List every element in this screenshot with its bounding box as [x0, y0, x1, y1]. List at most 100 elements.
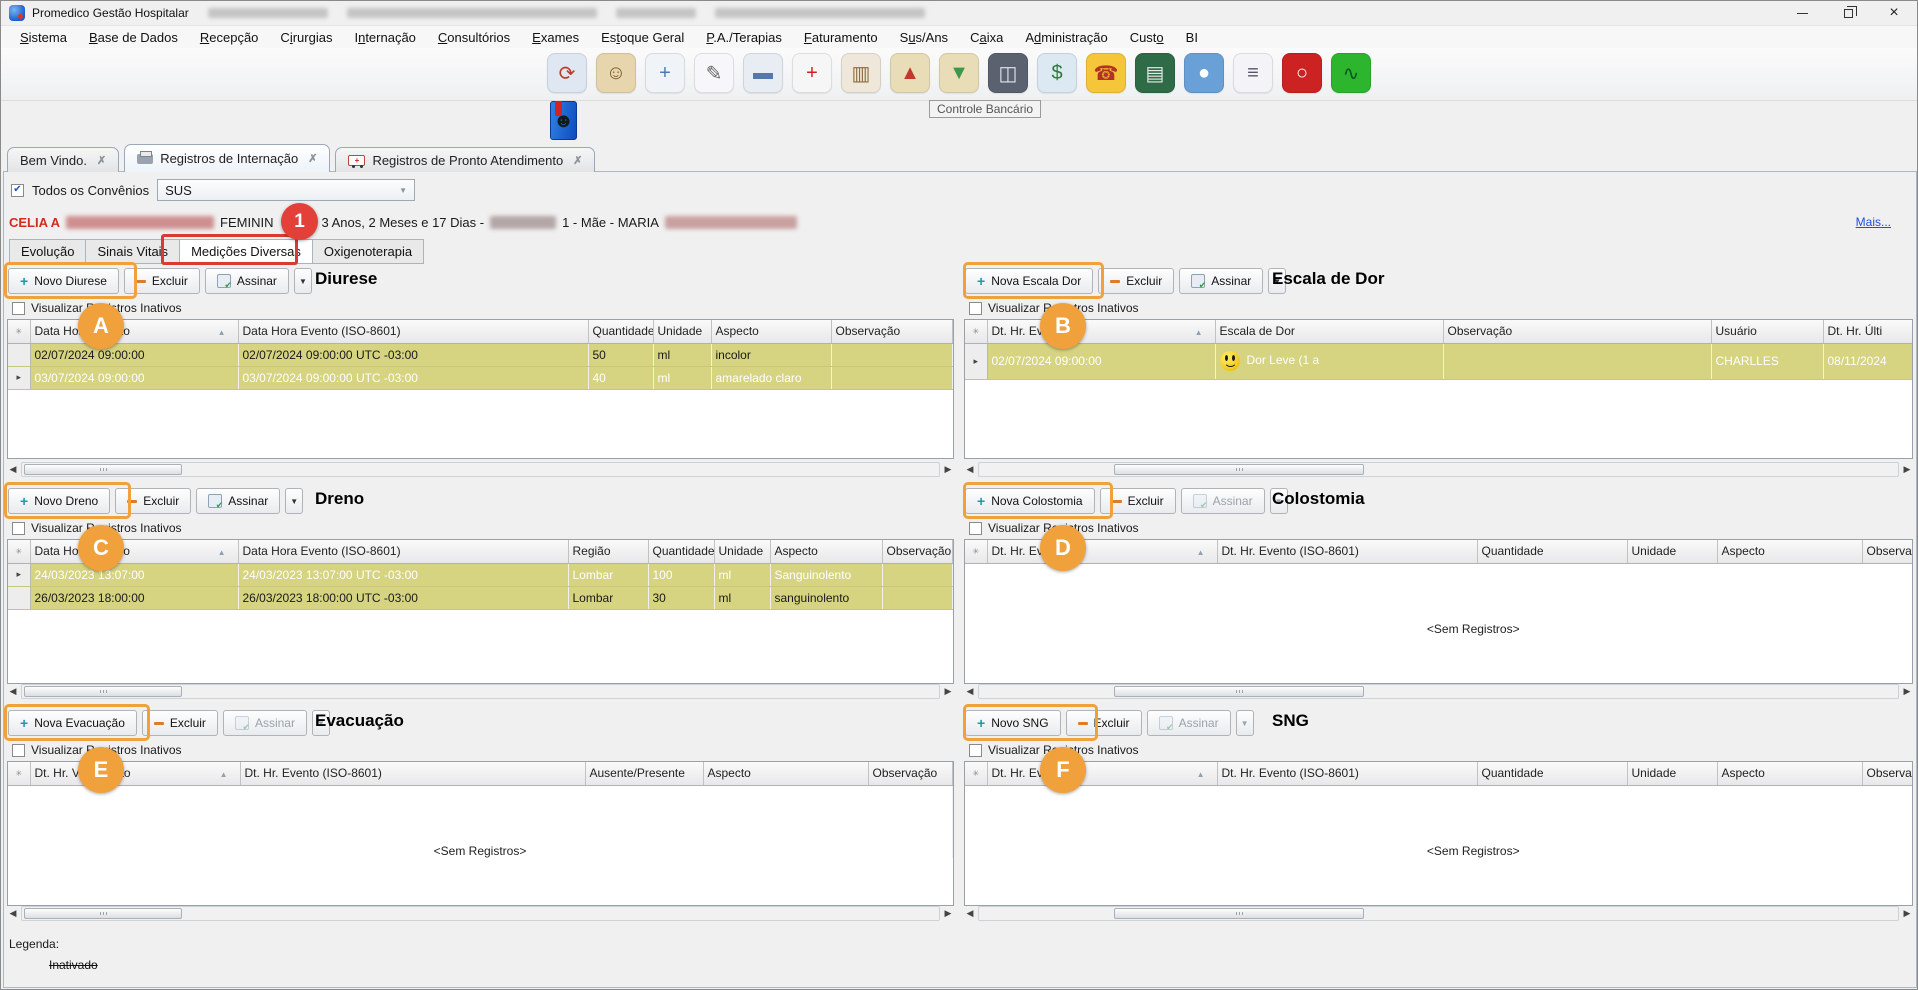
column-header[interactable]: ▲Dt. Hr. Evento	[987, 762, 1217, 785]
column-header[interactable]: ▲Dt. Hr. Evento	[987, 540, 1217, 563]
table-cell[interactable]: ml	[714, 563, 770, 586]
prescription-icon[interactable]: ✎	[694, 53, 734, 93]
table-row[interactable]: ▸02/07/2024 09:00:00Dor Leve (1 aCHARLLE…	[965, 343, 1913, 379]
table-cell[interactable]	[882, 586, 953, 609]
menu-item-sistema[interactable]: Sistema	[9, 30, 78, 45]
menu-item-exames[interactable]: Exames	[521, 30, 590, 45]
stock-supplies-icon[interactable]: ▥	[841, 53, 881, 93]
scroll-left-icon[interactable]: ◀	[964, 908, 976, 919]
column-header[interactable]: Aspecto	[1717, 762, 1862, 785]
reception-icon[interactable]: ☺	[596, 53, 636, 93]
table-row[interactable]: 26/03/2023 18:00:0026/03/2023 18:00:00 U…	[8, 586, 953, 609]
table-cell[interactable]: Lombar	[568, 563, 648, 586]
table-cell[interactable]: 26/03/2023 18:00:00 UTC -03:00	[238, 586, 568, 609]
table-cell[interactable]: 50	[588, 343, 653, 366]
table-cell[interactable]: Sanguinolento	[770, 563, 882, 586]
table-cell[interactable]: 08/11/2024	[1823, 343, 1913, 379]
table-cell[interactable]: 03/07/2024 09:00:00 UTC -03:00	[238, 366, 588, 389]
table-cell[interactable]: 03/07/2024 09:00:00	[30, 366, 238, 389]
column-header[interactable]: Aspecto	[703, 762, 868, 785]
ledger-book-icon[interactable]: ▤	[1135, 53, 1175, 93]
scroll-right-icon[interactable]: ▶	[1901, 686, 1913, 697]
menu-item-custo[interactable]: Custo	[1119, 30, 1175, 45]
todos-convenios-checkbox[interactable]	[11, 184, 24, 197]
scroll-left-icon[interactable]: ◀	[7, 908, 19, 919]
horizontal-scrollbar[interactable]: ◀ ▶	[7, 905, 954, 922]
table-row[interactable]: ▸24/03/2023 13:07:0024/03/2023 13:07:00 …	[8, 563, 953, 586]
assinar-button[interactable]: Assinar	[196, 488, 280, 514]
close-icon[interactable]: ✗	[97, 154, 106, 167]
convenio-select[interactable]: SUS ▼	[157, 179, 415, 201]
report-icon[interactable]: ≡	[1233, 53, 1273, 93]
scrollbar-thumb[interactable]	[24, 686, 182, 697]
column-header[interactable]: ▲Dt. Hr. Verificação	[30, 762, 240, 785]
column-header[interactable]: Ausente/Presente	[585, 762, 703, 785]
table-cell[interactable]: 26/03/2023 18:00:00	[30, 586, 238, 609]
column-header[interactable]: Observa	[1862, 762, 1913, 785]
column-header[interactable]: Quantidade	[648, 540, 714, 563]
table-cell[interactable]: ml	[714, 586, 770, 609]
scroll-left-icon[interactable]: ◀	[964, 464, 976, 475]
column-header[interactable]: Observação	[882, 540, 953, 563]
ambulance-icon[interactable]: +	[792, 53, 832, 93]
table-cell[interactable]: 02/07/2024 09:00:00	[30, 343, 238, 366]
close-icon[interactable]: ✗	[308, 152, 317, 165]
table-cell[interactable]	[882, 563, 953, 586]
table-cell[interactable]: Lombar	[568, 586, 648, 609]
menu-item-p-a-terapias[interactable]: P.A./Terapias	[695, 30, 793, 45]
table-row[interactable]: ▸03/07/2024 09:00:0003/07/2024 09:00:00 …	[8, 366, 953, 389]
tab-registros-pronto-atendimento[interactable]: + Registros de Pronto Atendimento ✗	[335, 147, 595, 172]
column-header[interactable]: Unidade	[714, 540, 770, 563]
horizontal-scrollbar[interactable]: ◀ ▶	[964, 683, 1913, 700]
column-header[interactable]: Quantidade	[588, 320, 653, 343]
column-header[interactable]: Aspecto	[1717, 540, 1862, 563]
table-row[interactable]: 02/07/2024 09:00:0002/07/2024 09:00:00 U…	[8, 343, 953, 366]
table-cell[interactable]: amarelado claro	[711, 366, 831, 389]
money-in-icon[interactable]: ▲	[890, 53, 930, 93]
table-cell[interactable]: 40	[588, 366, 653, 389]
column-header[interactable]: Observação	[868, 762, 953, 785]
menu-item-recep-o[interactable]: Recepção	[189, 30, 270, 45]
assinar-button[interactable]: Assinar	[1147, 710, 1231, 736]
scroll-left-icon[interactable]: ◀	[7, 686, 19, 697]
assinar-button[interactable]: Assinar	[1181, 488, 1265, 514]
excluir-button[interactable]: Excluir	[1098, 268, 1174, 294]
table-cell[interactable]: 02/07/2024 09:00:00 UTC -03:00	[238, 343, 588, 366]
table-cell[interactable]: incolor	[711, 343, 831, 366]
scrollbar-thumb[interactable]	[1114, 908, 1364, 919]
tab-registros-internacao[interactable]: Registros de Internação ✗	[124, 144, 330, 172]
assinar-button[interactable]: Assinar	[223, 710, 307, 736]
column-header[interactable]: Aspecto	[770, 540, 882, 563]
scroll-right-icon[interactable]: ▶	[1901, 908, 1913, 919]
restore-button[interactable]	[1825, 1, 1871, 26]
column-header[interactable]: Dt. Hr. Evento (ISO-8601)	[240, 762, 585, 785]
table-cell[interactable]: ml	[653, 366, 711, 389]
menu-item-base-de-dados[interactable]: Base de Dados	[78, 30, 189, 45]
close-button[interactable]: ×	[1871, 1, 1917, 26]
column-header[interactable]: Dt. Hr. Últi	[1823, 320, 1913, 343]
mais-link[interactable]: Mais...	[1856, 215, 1891, 229]
column-header[interactable]: Data Hora Evento (ISO-8601)	[238, 320, 588, 343]
table-cell[interactable]: sanguinolento	[770, 586, 882, 609]
table-cell[interactable]	[1443, 343, 1711, 379]
menu-item-consult-rios[interactable]: Consultórios	[427, 30, 521, 45]
menu-item-caixa[interactable]: Caixa	[959, 30, 1014, 45]
menu-item-faturamento[interactable]: Faturamento	[793, 30, 889, 45]
money-out-icon[interactable]: ▼	[939, 53, 979, 93]
column-header[interactable]: Aspecto	[711, 320, 831, 343]
power-icon[interactable]: ○	[1282, 53, 1322, 93]
table-cell[interactable]: CHARLLES	[1711, 343, 1823, 379]
tab-bem-vindo[interactable]: Bem Vindo. ✗	[7, 147, 119, 172]
subtab-oxigenoterapia[interactable]: Oxigenoterapia	[312, 239, 424, 264]
scroll-right-icon[interactable]: ▶	[1901, 464, 1913, 475]
menu-item-sus-ans[interactable]: Sus/Ans	[889, 30, 959, 45]
column-header[interactable]: Observação	[1443, 320, 1711, 343]
scroll-left-icon[interactable]: ◀	[7, 464, 19, 475]
column-header[interactable]: ▲Dt. Hr. Evento	[987, 320, 1215, 343]
column-header[interactable]: Quantidade	[1477, 762, 1627, 785]
menu-item-estoque-geral[interactable]: Estoque Geral	[590, 30, 695, 45]
column-header[interactable]: ▲Data Hora Evento	[30, 320, 238, 343]
subtab-evolucao[interactable]: Evolução	[9, 239, 85, 264]
table-cell[interactable]: 30	[648, 586, 714, 609]
table-cell[interactable]	[831, 343, 953, 366]
